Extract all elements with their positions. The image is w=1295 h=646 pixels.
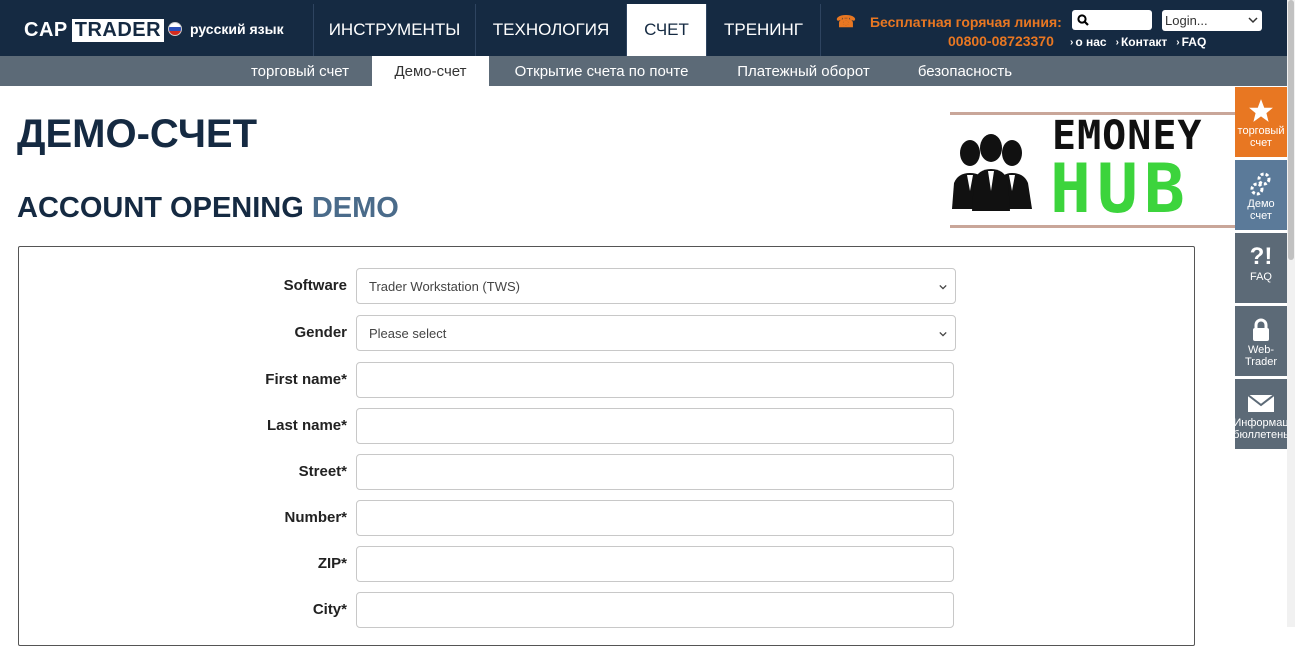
side-widget-faq-label: FAQ <box>1249 271 1272 283</box>
last-name-field[interactable] <box>356 408 954 444</box>
nav-account-label: СЧЕТ <box>644 20 689 39</box>
logo-trader-text: TRADER <box>71 18 165 42</box>
envelope-icon <box>1247 394 1275 412</box>
gears-icon <box>1250 172 1271 196</box>
software-select-value: Trader Workstation (TWS) <box>369 278 520 294</box>
section-title-main: ACCOUNT OPENING <box>17 192 312 224</box>
nav-technology[interactable]: ТЕХНОЛОГИЯ <box>475 4 626 56</box>
street-label: Street* <box>298 463 347 480</box>
software-select[interactable]: Trader Workstation (TWS) <box>356 268 956 304</box>
link-contact[interactable]: › Контакт <box>1116 35 1168 49</box>
hotline-label: Бесплатная горячая линия: <box>869 14 1062 30</box>
gender-select[interactable]: Please select <box>356 315 956 351</box>
hotline: ☎ Бесплатная горячая линия: <box>836 12 1062 32</box>
main-navigation: ИНСТРУМЕНТЫ ТЕХНОЛОГИЯ СЧЕТ ТРЕНИНГ <box>313 4 821 56</box>
search-input[interactable] <box>1072 10 1152 30</box>
last-name-label: Last name* <box>266 417 347 434</box>
link-about-label: о нас <box>1075 35 1107 49</box>
arrow-right-icon: › <box>1115 36 1119 48</box>
nav-training-label: ТРЕНИНГ <box>723 20 804 39</box>
subnav-security-label: безопасность <box>917 62 1013 80</box>
arrow-right-icon: › <box>1176 36 1180 48</box>
link-contact-label: Контакт <box>1120 35 1168 49</box>
nav-technology-label: ТЕХНОЛОГИЯ <box>492 20 610 39</box>
form-row-software: Software Trader Workstation (TWS) <box>19 267 1196 305</box>
chevron-down-icon <box>939 284 947 290</box>
star-icon <box>1249 99 1273 122</box>
subnav-demo-account-label: Демо-счет <box>394 62 467 80</box>
language-selector[interactable]: русский язык <box>168 21 284 37</box>
form-row-gender: Gender Please select <box>19 314 1196 352</box>
chevron-down-icon <box>939 331 947 337</box>
banner-hub-text: HUB <box>1050 150 1191 229</box>
nav-training[interactable]: ТРЕНИНГ <box>706 4 821 56</box>
subnav-demo-account[interactable]: Демо-счет <box>372 56 489 86</box>
nav-instruments[interactable]: ИНСТРУМЕНТЫ <box>313 4 475 56</box>
zip-label: ZIP* <box>317 555 347 572</box>
sub-navigation: торговый счет Демо-счет Открытие счета п… <box>0 56 1287 86</box>
people-icon <box>952 134 1032 211</box>
lock-icon <box>1253 318 1269 341</box>
top-links: › о нас › Контакт › FAQ <box>1070 35 1215 49</box>
form-row-last-name: Last name* <box>19 407 1196 445</box>
nav-account[interactable]: СЧЕТ <box>626 4 706 56</box>
side-widget-webtrader[interactable]: Web-Trader <box>1235 306 1287 376</box>
side-widget-demo-account-label: Демо счет <box>1247 198 1275 222</box>
city-field[interactable] <box>356 592 954 628</box>
form-row-city: City* <box>19 591 1196 629</box>
section-title-accent: DEMO <box>311 192 399 224</box>
language-label: русский язык <box>190 21 284 37</box>
first-name-field[interactable] <box>356 362 954 398</box>
top-header: CAP TRADER русский язык ИНСТРУМЕНТЫ ТЕХН… <box>0 0 1287 56</box>
side-widget-newsletter-label: Информац бюллетень <box>1235 417 1287 441</box>
question-icon: ?! <box>1249 243 1273 270</box>
side-widget-demo-account[interactable]: Демо счет <box>1235 160 1287 230</box>
first-name-label: First name* <box>265 371 347 388</box>
arrow-right-icon: › <box>1070 36 1074 48</box>
subnav-payments-label: Платежный оборот <box>737 62 870 80</box>
logo-cap-text: CAP <box>24 18 68 41</box>
form-row-number: Number* <box>19 499 1196 537</box>
russian-flag-icon <box>168 22 182 36</box>
page-scrollbar[interactable] <box>1287 0 1295 627</box>
chevron-down-icon <box>1248 17 1258 24</box>
form-row-zip: ZIP* <box>19 545 1196 583</box>
nav-instruments-label: ИНСТРУМЕНТЫ <box>328 20 461 39</box>
subnav-open-by-mail-label: Открытие счета по почте <box>514 62 689 80</box>
hotline-number[interactable]: 00800-08723370 <box>948 33 1054 49</box>
zip-field[interactable] <box>356 546 954 582</box>
street-field[interactable] <box>356 454 954 490</box>
scrollbar-thumb[interactable] <box>1288 0 1294 260</box>
subnav-open-by-mail[interactable]: Открытие счета по почте <box>495 56 708 86</box>
subnav-security[interactable]: безопасность <box>898 56 1032 86</box>
form-row-street: Street* <box>19 453 1196 491</box>
link-about[interactable]: › о нас <box>1070 35 1107 49</box>
side-widget-webtrader-label: Web-Trader <box>1245 344 1277 368</box>
login-select[interactable]: Login... <box>1162 10 1262 31</box>
form-row-first-name: First name* <box>19 361 1196 399</box>
subnav-trading-account[interactable]: торговый счет <box>230 56 370 86</box>
link-faq-label: FAQ <box>1181 35 1207 49</box>
city-label: City* <box>312 601 347 618</box>
gender-select-value: Please select <box>369 325 447 341</box>
demo-account-form: Software Trader Workstation (TWS) Gender… <box>18 246 1195 646</box>
link-faq[interactable]: › FAQ <box>1176 35 1206 49</box>
phone-icon: ☎ <box>836 14 856 31</box>
captrader-logo[interactable]: CAP TRADER <box>24 17 165 43</box>
side-widget-trading-account-label: торговый счет <box>1237 125 1285 149</box>
subnav-payments[interactable]: Платежный оборот <box>716 56 891 86</box>
gender-label: Gender <box>294 324 347 341</box>
number-label: Number* <box>284 509 347 526</box>
section-title: ACCOUNT OPENING DEMO <box>17 192 399 225</box>
number-field[interactable] <box>356 500 954 536</box>
page-title: ДЕМО-СЧЕТ <box>17 112 258 156</box>
emoneyhub-watermark: EMONEY HUB <box>950 112 1255 228</box>
subnav-trading-account-label: торговый счет <box>250 62 350 80</box>
side-widget-faq[interactable]: ?! FAQ <box>1235 233 1287 303</box>
side-widget-trading-account[interactable]: торговый счет <box>1235 87 1287 157</box>
side-widget-newsletter[interactable]: Информац бюллетень <box>1235 379 1287 449</box>
search-icon <box>1077 14 1089 26</box>
software-label: Software <box>283 277 347 294</box>
login-select-value: Login... <box>1165 13 1208 28</box>
